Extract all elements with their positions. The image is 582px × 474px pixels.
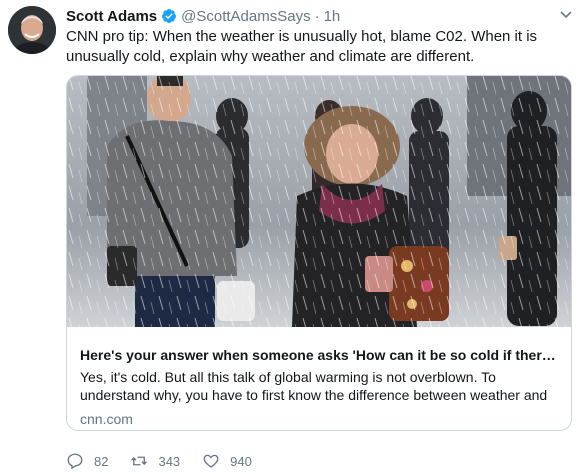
verified-badge-icon (161, 8, 177, 24)
action-bar: 82 343 940 (66, 450, 274, 472)
retweet-button[interactable]: 343 (130, 452, 180, 470)
separator: · (314, 7, 320, 25)
card-title[interactable]: Here's your answer when someone asks 'Ho… (80, 346, 558, 364)
chevron-down-icon[interactable] (558, 6, 574, 22)
handle[interactable]: @ScottAdamsSays (181, 8, 310, 25)
heart-icon (203, 454, 219, 468)
retweet-icon (131, 456, 148, 466)
retweet-count: 343 (158, 453, 181, 469)
reply-count: 82 (94, 453, 109, 469)
card-description: Yes, it's cold. But all this talk of glo… (80, 369, 548, 403)
timestamp[interactable]: 1h (324, 8, 341, 25)
reply-button[interactable]: 82 (66, 452, 108, 470)
reply-icon (67, 453, 83, 470)
card-body[interactable]: Here's your answer when someone asks 'Ho… (67, 328, 571, 428)
like-count: 940 (230, 453, 252, 469)
avatar[interactable] (8, 6, 56, 54)
tweet-text: CNN pro tip: When the weather is unusual… (66, 28, 538, 65)
like-button[interactable]: 940 (202, 452, 252, 470)
card-image[interactable] (67, 76, 571, 327)
link-card[interactable]: Here's your answer when someone asks 'Ho… (66, 75, 572, 431)
display-name[interactable]: Scott Adams (66, 8, 157, 25)
card-domain: cnn.com (80, 411, 133, 427)
tweet-header: Scott Adams @ScottAdamsSays · 1h (66, 6, 574, 26)
